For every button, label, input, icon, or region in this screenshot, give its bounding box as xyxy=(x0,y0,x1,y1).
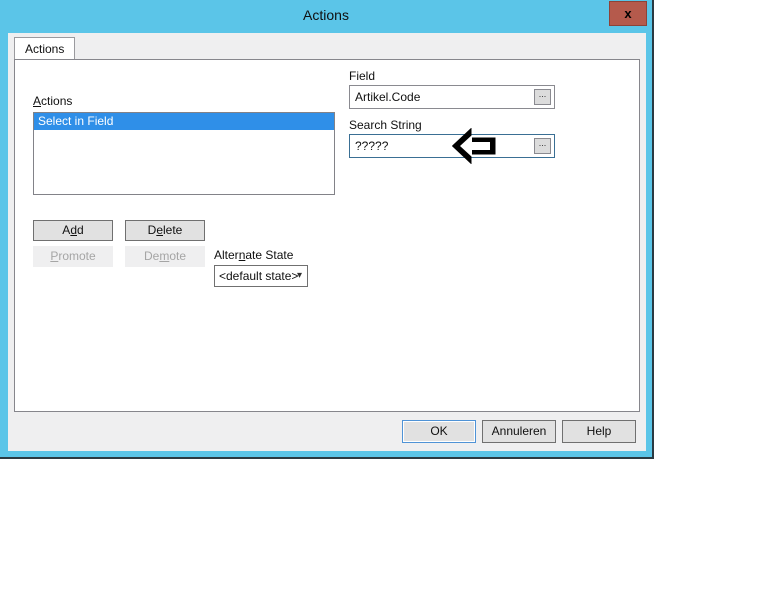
title-bar[interactable]: Actions x xyxy=(0,0,652,32)
help-button[interactable]: Help xyxy=(562,420,636,443)
dialog-client-area: Actions Actions Select in Field Add Dele… xyxy=(8,33,646,451)
dialog-button-row: OK Annuleren Help xyxy=(8,33,646,451)
actions-dialog-window: Actions x Actions Actions Select in Fiel… xyxy=(0,0,654,459)
close-icon[interactable]: x xyxy=(609,1,647,26)
cancel-button[interactable]: Annuleren xyxy=(482,420,556,443)
ok-button[interactable]: OK xyxy=(402,420,476,443)
window-title: Actions xyxy=(303,7,349,23)
